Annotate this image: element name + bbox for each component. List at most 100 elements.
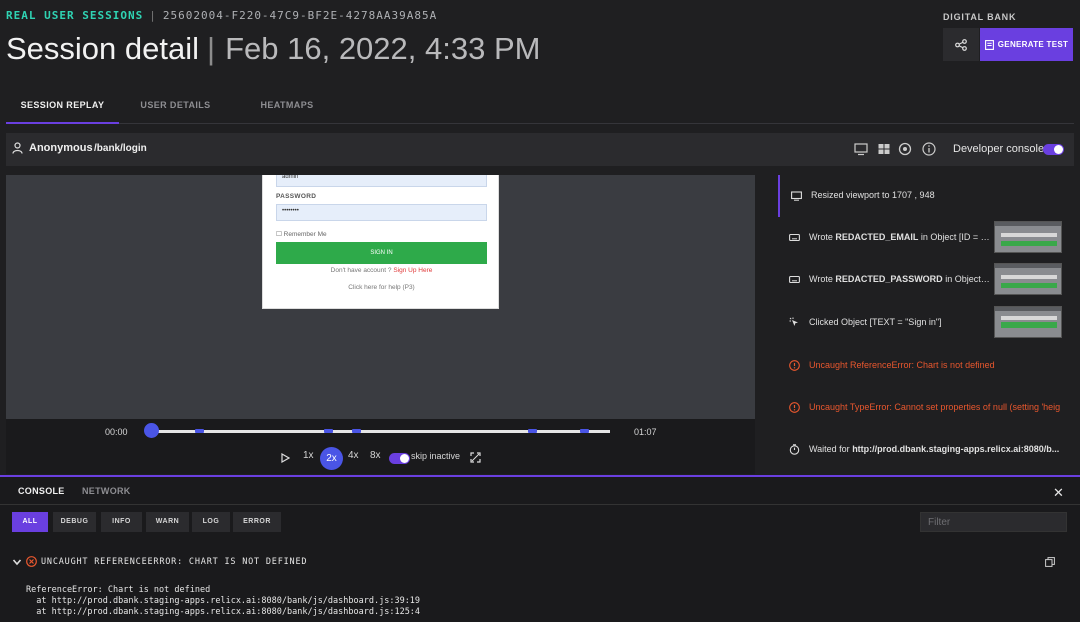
tab-heatmaps[interactable]: HEATMAPS (232, 90, 342, 124)
generate-test-label: GENERATE TEST (997, 40, 1069, 49)
document-icon (984, 39, 994, 50)
event-item[interactable]: Resized viewport to 1707 , 948 (778, 175, 1080, 217)
play-icon[interactable] (281, 453, 290, 463)
main-tabs: SESSION REPLAY USER DETAILS HEATMAPS (6, 90, 1074, 124)
filter-info[interactable]: INFO (101, 512, 142, 532)
page-title-text: Session detail (6, 31, 200, 66)
event-text-prefix: Wrote (809, 232, 836, 242)
event-text: Uncaught ReferenceError: Chart is not de… (809, 360, 995, 370)
event-item[interactable]: Waited for http://prod.dbank.staging-app… (778, 429, 1080, 471)
developer-console-toggle[interactable] (1043, 144, 1064, 155)
close-icon[interactable]: ✕ (1053, 485, 1064, 501)
filter-debug[interactable]: DEBUG (53, 512, 96, 532)
tab-user-details[interactable]: USER DETAILS (119, 90, 232, 124)
filter-log[interactable]: LOG (192, 512, 230, 532)
filter-warn[interactable]: WARN (146, 512, 189, 532)
filter-all[interactable]: ALL (12, 512, 48, 532)
event-item[interactable]: Wrote REDACTED_EMAIL in Object [ID = "..… (778, 217, 1080, 259)
share-button[interactable] (943, 28, 979, 61)
session-path: /bank/login (94, 143, 147, 154)
event-text: Wrote REDACTED_PASSWORD in Object [I... (809, 274, 991, 284)
error-icon (26, 556, 37, 567)
user-icon (12, 142, 23, 154)
console-divider (0, 504, 1080, 505)
account-prompt: Don't have account ? Sign Up Here (263, 267, 500, 274)
speed-1x[interactable]: 1x (303, 450, 314, 461)
event-text-suffix: in Object [ID = "... (918, 232, 991, 242)
timeline-marker[interactable] (352, 429, 361, 433)
fullscreen-icon[interactable] (470, 452, 481, 463)
event-thumbnail[interactable] (994, 306, 1062, 338)
info-icon[interactable] (922, 142, 936, 156)
tab-console[interactable]: CONSOLE (18, 486, 65, 496)
event-text: Uncaught TypeError: Cannot set propertie… (809, 402, 1061, 412)
total-time: 01:07 (634, 427, 657, 437)
event-text-prefix: Waited for (809, 444, 853, 454)
session-user: Anonymous (12, 142, 93, 154)
checkbox-icon: ☐ (276, 231, 282, 238)
share-icon (955, 38, 967, 51)
signup-link: Sign Up Here (393, 267, 433, 274)
event-text: Resized viewport to 1707 , 948 (811, 190, 935, 200)
session-id: 25602004-F220-47C9-BF2E-4278AA39A85A (162, 9, 438, 22)
password-field: •••••••• (276, 204, 487, 221)
desktop-icon (854, 143, 868, 156)
error-entry-header[interactable]: UNCAUGHT REFERENCEERROR: CHART IS NOT DE… (12, 556, 307, 567)
session-date: Feb 16, 2022, 4:33 PM (225, 31, 541, 66)
speed-8x[interactable]: 8x (370, 450, 381, 461)
chrome-icon (898, 142, 912, 156)
error-title: UNCAUGHT REFERENCEERROR: CHART IS NOT DE… (41, 556, 308, 567)
error-icon (789, 360, 800, 371)
tab-network[interactable]: NETWORK (82, 486, 131, 496)
timeline-marker[interactable] (195, 429, 204, 433)
timer-icon (789, 444, 800, 455)
click-icon (789, 317, 798, 326)
event-item[interactable]: Wrote REDACTED_PASSWORD in Object [I... (778, 259, 1080, 301)
timeline-scrubber[interactable] (144, 423, 159, 438)
keyboard-icon (789, 275, 800, 284)
stack-trace-line: at http://prod.dbank.staging-apps.relicx… (26, 596, 421, 606)
event-thumbnail[interactable] (994, 221, 1062, 253)
event-text-suffix: in Object [I... (942, 274, 991, 284)
replay-viewport: admin PASSWORD •••••••• ☐ Remember Me SI… (6, 175, 755, 419)
stack-trace-line: at http://prod.dbank.staging-apps.relicx… (26, 607, 421, 617)
developer-console-label: Developer console (953, 143, 1045, 155)
event-text-bold: http://prod.dbank.staging-apps.relicx.ai… (852, 444, 1060, 454)
event-text: Clicked Object [TEXT = "Sign in"] (809, 317, 942, 327)
keyboard-icon (789, 233, 800, 242)
windows-icon (878, 144, 890, 154)
timeline-marker[interactable] (528, 429, 537, 433)
event-thumbnail[interactable] (994, 263, 1062, 295)
event-item[interactable]: Clicked Object [TEXT = "Sign in"] (778, 302, 1080, 344)
speed-2x[interactable]: 2x (320, 447, 343, 470)
username-field: admin (276, 175, 487, 187)
event-text: Waited for http://prod.dbank.staging-app… (809, 444, 1069, 454)
session-bar: Anonymous /bank/login Developer console (6, 133, 1074, 166)
event-item[interactable]: Uncaught ReferenceError: Chart is not de… (778, 345, 1080, 387)
generate-test-button[interactable]: GENERATE TEST (980, 28, 1073, 61)
signin-button: SIGN IN (276, 242, 487, 264)
timeline-marker[interactable] (580, 429, 589, 433)
filter-input[interactable] (920, 512, 1067, 532)
password-label: PASSWORD (276, 193, 317, 200)
app-root: REAL USER SESSIONS | 25602004-F220-47C9-BF… (0, 0, 1080, 622)
skip-inactive-toggle[interactable] (389, 453, 410, 464)
tab-session-replay[interactable]: SESSION REPLAY (6, 90, 119, 124)
filter-error[interactable]: ERROR (233, 512, 281, 532)
stack-trace-line: ReferenceError: Chart is not defined (26, 585, 211, 595)
error-icon (789, 402, 800, 413)
skip-inactive-label: skip inactive (411, 451, 461, 461)
chevron-down-icon[interactable] (12, 557, 22, 567)
event-item[interactable]: Uncaught TypeError: Cannot set propertie… (778, 387, 1080, 429)
breadcrumb: REAL USER SESSIONS | 25602004-F220-47C9-BF… (6, 9, 438, 22)
event-text-bold: REDACTED_EMAIL (835, 232, 919, 242)
timeline-marker[interactable] (324, 429, 333, 433)
brand-label: DIGITAL BANK (943, 12, 1017, 22)
help-text: Click here for help (P3) (348, 284, 415, 291)
speed-4x[interactable]: 4x (348, 450, 359, 461)
replayed-login-form: admin PASSWORD •••••••• ☐ Remember Me SI… (262, 175, 499, 309)
timeline-track[interactable] (152, 430, 610, 433)
breadcrumb-section[interactable]: REAL USER SESSIONS (6, 9, 143, 22)
replay-player: 00:00 01:07 1x 2x 4x 8x skip inactive (6, 419, 755, 474)
copy-icon[interactable] (1045, 557, 1055, 567)
